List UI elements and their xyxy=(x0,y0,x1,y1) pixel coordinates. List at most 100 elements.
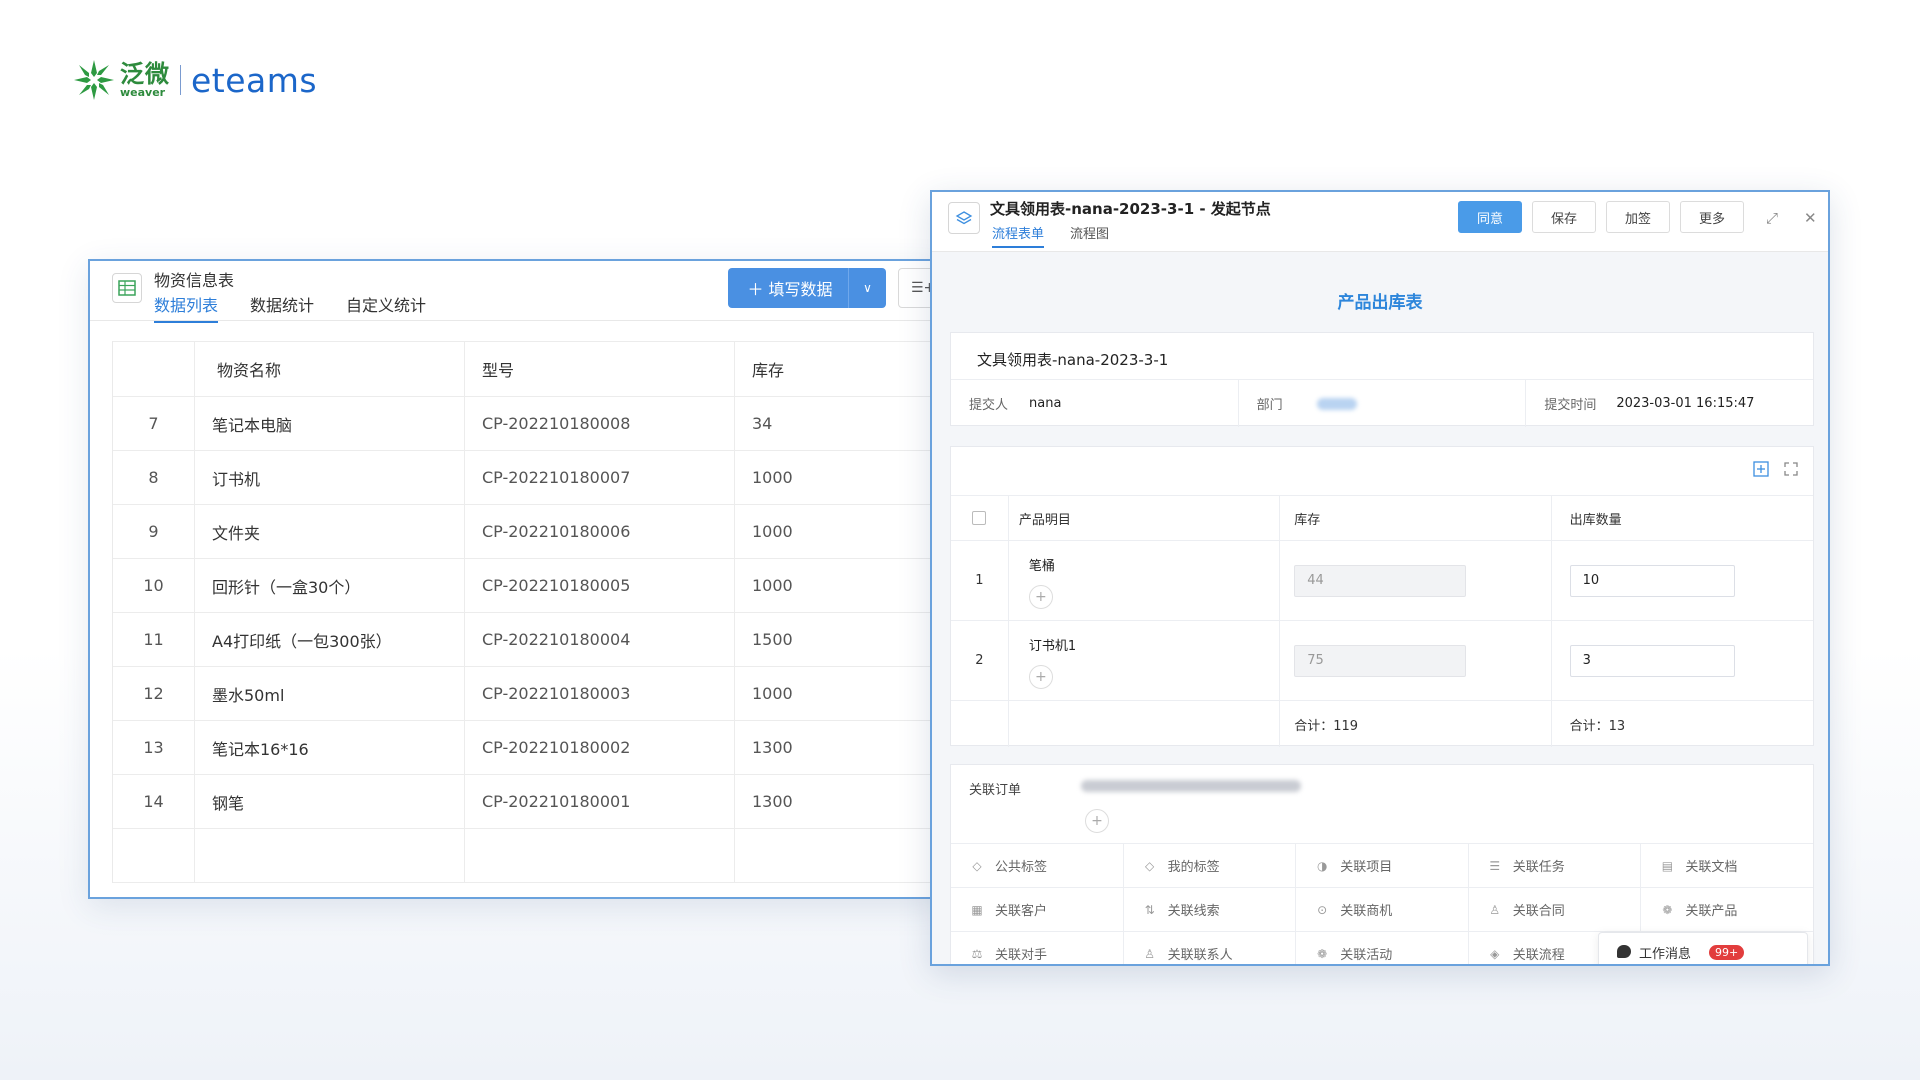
row-number: 12 xyxy=(143,684,164,703)
stock-readonly-field: 75 xyxy=(1294,644,1467,677)
save-button[interactable]: 保存 xyxy=(1532,201,1596,233)
out-qty-input[interactable]: 10 xyxy=(1569,564,1735,597)
row-number: 10 xyxy=(143,576,164,595)
fill-data-button[interactable]: ＋ 填写数据 ∨ xyxy=(728,268,886,308)
tab-data-list[interactable]: 数据列表 xyxy=(154,292,219,323)
add-signer-button[interactable]: 加签 xyxy=(1606,201,1670,233)
col-model[interactable]: 型号 xyxy=(464,342,734,396)
col-stock[interactable]: 库存 xyxy=(734,342,934,396)
form-header: 文具领用表-nana-2023-3-1 - 发起节点 流程表单 流程图 同意 保… xyxy=(932,192,1828,252)
col-out-qty: 出库数量 xyxy=(1569,512,1622,528)
detail-table-card: 产品明目 库存 出库数量 1 笔桶 + 44 10 2 订书机1 + 75 3 … xyxy=(950,446,1814,747)
select-all-checkbox[interactable] xyxy=(972,511,987,525)
related-public-tags[interactable]: ◇ 公共标签 xyxy=(951,844,1124,887)
related-contracts[interactable]: ♙ 关联合同 xyxy=(1469,888,1642,931)
row-number: 11 xyxy=(143,630,164,649)
submitter-value: nana xyxy=(1029,396,1062,411)
cell-model: CP-202210180004 xyxy=(464,613,734,666)
opportunity-icon: ⊙ xyxy=(1317,902,1328,917)
related-projects[interactable]: ◑ 关联项目 xyxy=(1296,844,1469,887)
fullscreen-icon[interactable] xyxy=(1783,461,1799,481)
related-contacts[interactable]: ♙ 关联联系人 xyxy=(1124,932,1297,964)
material-list-window: 物资信息表 数据列表 数据统计 自定义统计 ＋ 填写数据 ∨ ☰+ 物资名称 型… xyxy=(88,259,945,899)
out-qty-total: 合计：13 xyxy=(1569,718,1626,734)
eteams-brand: eteams xyxy=(191,60,318,100)
cell-stock: 1300 xyxy=(734,775,934,828)
list-header: 物资信息表 数据列表 数据统计 自定义统计 ＋ 填写数据 ∨ ☰+ xyxy=(90,261,943,323)
cell-name: 钢笔 xyxy=(194,775,464,828)
table-row[interactable]: 10 回形针（一盒30个） CP-202210180005 1000 xyxy=(113,559,934,613)
cell-name: 笔记本电脑 xyxy=(194,397,464,450)
close-icon[interactable]: ✕ xyxy=(1804,209,1817,227)
customer-icon: ▦ xyxy=(971,902,983,917)
related-order-value-blurred xyxy=(1081,780,1301,792)
related-customers[interactable]: ▦ 关联客户 xyxy=(951,888,1124,931)
department-value-blurred xyxy=(1316,397,1357,410)
product-name[interactable]: 笔桶 xyxy=(1029,555,1055,574)
form-title: 产品出库表 xyxy=(1337,293,1423,313)
detail-table-header: 产品明目 库存 出库数量 xyxy=(951,495,1813,541)
cell-stock: 1300 xyxy=(734,721,934,774)
row-number: 14 xyxy=(143,792,164,811)
detail-row: 2 订书机1 + 75 3 xyxy=(951,621,1813,701)
cell-stock: 1000 xyxy=(734,451,934,504)
submitter-label: 提交人 xyxy=(969,398,1009,413)
table-row[interactable]: 12 墨水50ml CP-202210180003 1000 xyxy=(113,667,934,721)
related-my-tags[interactable]: ◇ 我的标签 xyxy=(1124,844,1297,887)
tab-workflow-form[interactable]: 流程表单 xyxy=(992,223,1045,248)
add-row-icon[interactable] xyxy=(1753,461,1769,481)
tab-workflow-chart[interactable]: 流程图 xyxy=(1070,223,1109,248)
tab-data-stats[interactable]: 数据统计 xyxy=(250,292,314,323)
related-tasks[interactable]: ☰ 关联任务 xyxy=(1469,844,1642,887)
project-icon: ◑ xyxy=(1316,858,1328,873)
related-documents[interactable]: ▤ 关联文档 xyxy=(1641,844,1813,887)
related-clues[interactable]: ⇅ 关联线索 xyxy=(1124,888,1297,931)
row-number: 2 xyxy=(951,621,1009,700)
fill-data-label: ＋ 填写数据 xyxy=(747,280,833,299)
chevron-down-icon[interactable]: ∨ xyxy=(848,268,886,308)
table-row[interactable]: 8 订书机 CP-202210180007 1000 xyxy=(113,451,934,505)
work-message-button[interactable]: 工作消息 99+ xyxy=(1598,932,1808,964)
submit-time-value: 2023-03-01 16:15:47 xyxy=(1616,396,1755,411)
form-info-card: 文具领用表-nana-2023-3-1 提交人 nana 部门 提交时间 202… xyxy=(950,332,1814,427)
table-row[interactable]: 13 笔记本16*16 CP-202210180002 1300 xyxy=(113,721,934,775)
related-opportunities[interactable]: ⊙ 关联商机 xyxy=(1296,888,1469,931)
cell-stock: 1000 xyxy=(734,667,934,720)
expand-icon[interactable]: ⤢ xyxy=(1766,209,1778,227)
cell-model: CP-202210180008 xyxy=(464,397,734,450)
row-number: 9 xyxy=(148,522,159,541)
cell-model: CP-202210180005 xyxy=(464,559,734,612)
col-stock: 库存 xyxy=(1280,496,1552,540)
tab-custom-stats[interactable]: 自定义统计 xyxy=(346,292,426,323)
add-product-icon[interactable]: + xyxy=(1028,585,1053,609)
product-name[interactable]: 订书机1 xyxy=(1029,635,1076,654)
row-number: 13 xyxy=(143,738,164,757)
table-row[interactable]: 9 文件夹 CP-202210180006 1000 xyxy=(113,505,934,559)
activity-icon: ❁ xyxy=(1317,946,1328,961)
col-name[interactable]: 物资名称 xyxy=(194,342,464,396)
out-qty-input[interactable]: 3 xyxy=(1569,644,1735,677)
form-window-title: 文具领用表-nana-2023-3-1 - 发起节点 xyxy=(990,200,1271,218)
tag-icon: ◇ xyxy=(1144,858,1155,873)
chat-bubble-icon xyxy=(1617,945,1631,958)
table-row[interactable]: 14 钢笔 CP-202210180001 1300 xyxy=(113,775,934,829)
approve-button[interactable]: 同意 xyxy=(1458,201,1522,233)
tag-icon: ◇ xyxy=(972,858,982,873)
row-number: 7 xyxy=(148,414,159,433)
logo-chinese-name: 泛微 xyxy=(120,60,170,88)
related-competitors[interactable]: ⚖ 关联对手 xyxy=(951,932,1124,964)
stock-total: 合计：119 xyxy=(1280,701,1552,747)
related-activities[interactable]: ❁ 关联活动 xyxy=(1296,932,1469,964)
clue-icon: ⇅ xyxy=(1144,902,1155,917)
cell-model: CP-202210180002 xyxy=(464,721,734,774)
add-related-order-icon[interactable]: + xyxy=(1085,809,1109,833)
cell-stock: 34 xyxy=(734,397,934,450)
table-row[interactable]: 7 笔记本电脑 CP-202210180008 34 xyxy=(113,397,934,451)
related-products[interactable]: ❁ 关联产品 xyxy=(1641,888,1813,931)
row-number: 1 xyxy=(951,541,1009,620)
more-button[interactable]: 更多 xyxy=(1680,201,1744,233)
add-product-icon[interactable]: + xyxy=(1028,665,1053,689)
task-list-icon: ☰ xyxy=(1489,858,1501,873)
table-row[interactable]: 11 A4打印纸（一包300张） CP-202210180004 1500 xyxy=(113,613,934,667)
logo-divider xyxy=(180,65,181,95)
